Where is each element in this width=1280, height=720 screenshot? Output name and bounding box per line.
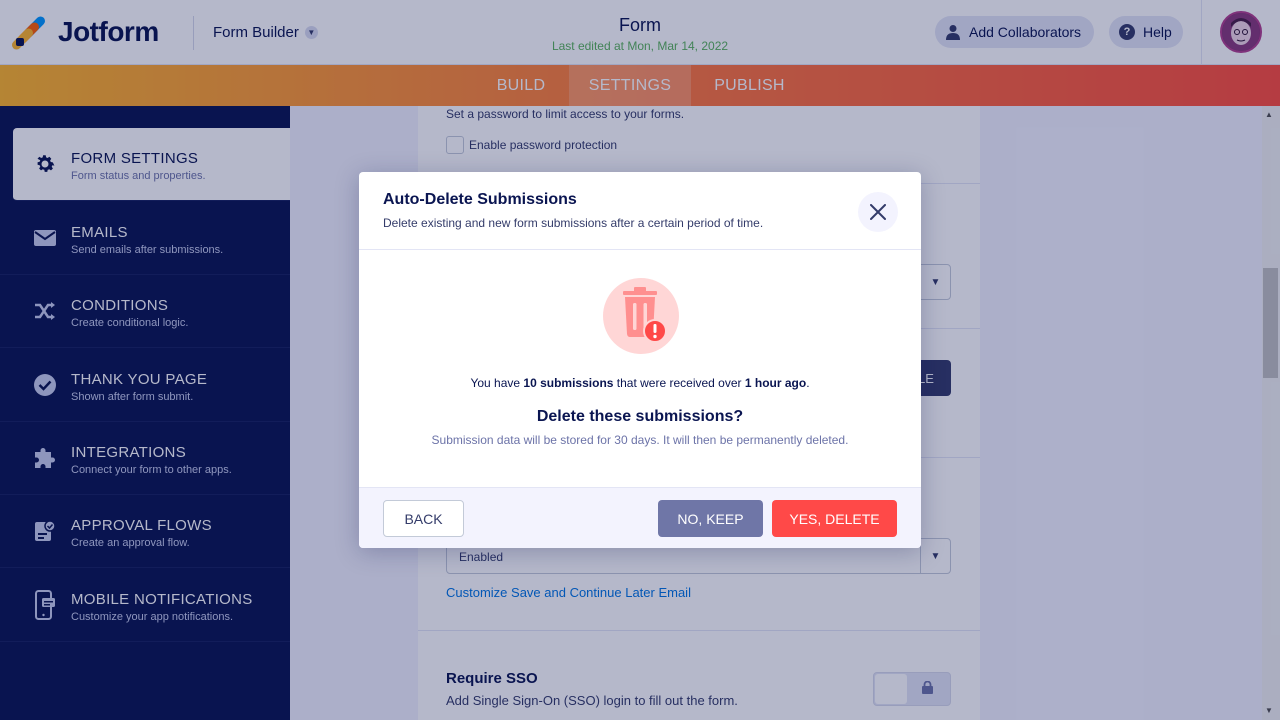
submissions-info: You have 10 submissions that were receiv… [359,376,921,390]
close-icon [870,204,886,220]
back-button[interactable]: BACK [383,500,464,537]
modal-footer: BACK NO, KEEP YES, DELETE [359,487,921,548]
trash-warning-icon [603,278,679,354]
modal-subtitle: Delete existing and new form submissions… [383,216,764,230]
info-middle: that were received over [613,376,745,390]
submission-count: 10 submissions [523,376,614,390]
close-button[interactable] [858,192,898,232]
info-suffix: . [806,376,810,390]
retention-note: Submission data will be stored for 30 da… [431,433,849,447]
info-prefix: You have [470,376,524,390]
submission-age: 1 hour ago [744,376,807,390]
yes-delete-button[interactable]: YES, DELETE [772,500,897,537]
modal-header-divider [359,249,921,250]
delete-question: Delete these submissions? [536,408,744,425]
auto-delete-modal: Auto-Delete Submissions Delete existing … [359,172,921,548]
no-keep-button[interactable]: NO, KEEP [658,500,763,537]
modal-title: Auto-Delete Submissions [383,191,577,208]
